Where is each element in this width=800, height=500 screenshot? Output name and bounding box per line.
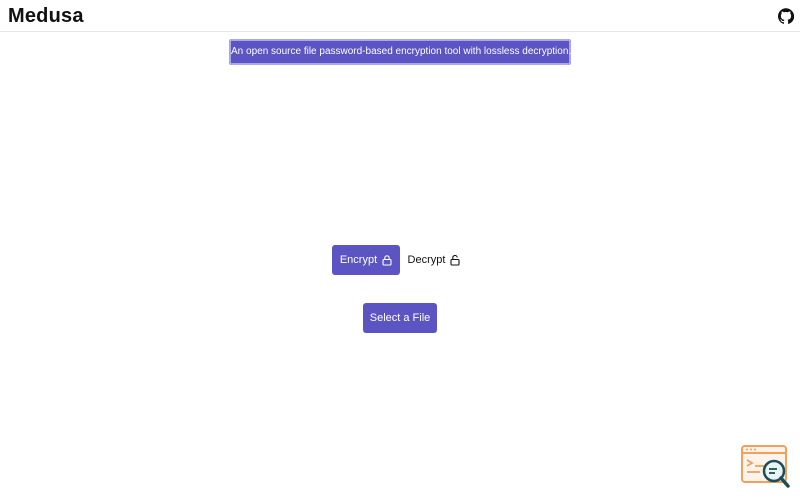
unlock-icon [450, 254, 461, 266]
decrypt-button[interactable]: Decrypt [402, 245, 466, 275]
tagline-text: An open source file password-based encry… [231, 46, 572, 57]
lock-icon [382, 254, 392, 266]
encrypt-label: Encrypt [339, 254, 378, 266]
encrypt-button[interactable]: Encrypt [332, 245, 400, 275]
page: Medusa An open source file password-base… [0, 0, 800, 500]
decrypt-label: Decrypt [407, 254, 446, 266]
select-file-button[interactable]: Select a File [363, 303, 437, 333]
tagline-banner: An open source file password-based encry… [229, 39, 571, 65]
mode-toggle: Encrypt Decrypt [332, 245, 472, 275]
header: Medusa [0, 0, 800, 32]
github-icon [778, 8, 795, 24]
github-link[interactable] [778, 8, 795, 24]
brand-logo[interactable]: Medusa [8, 4, 84, 28]
terminal-search-icon[interactable] [740, 444, 792, 490]
